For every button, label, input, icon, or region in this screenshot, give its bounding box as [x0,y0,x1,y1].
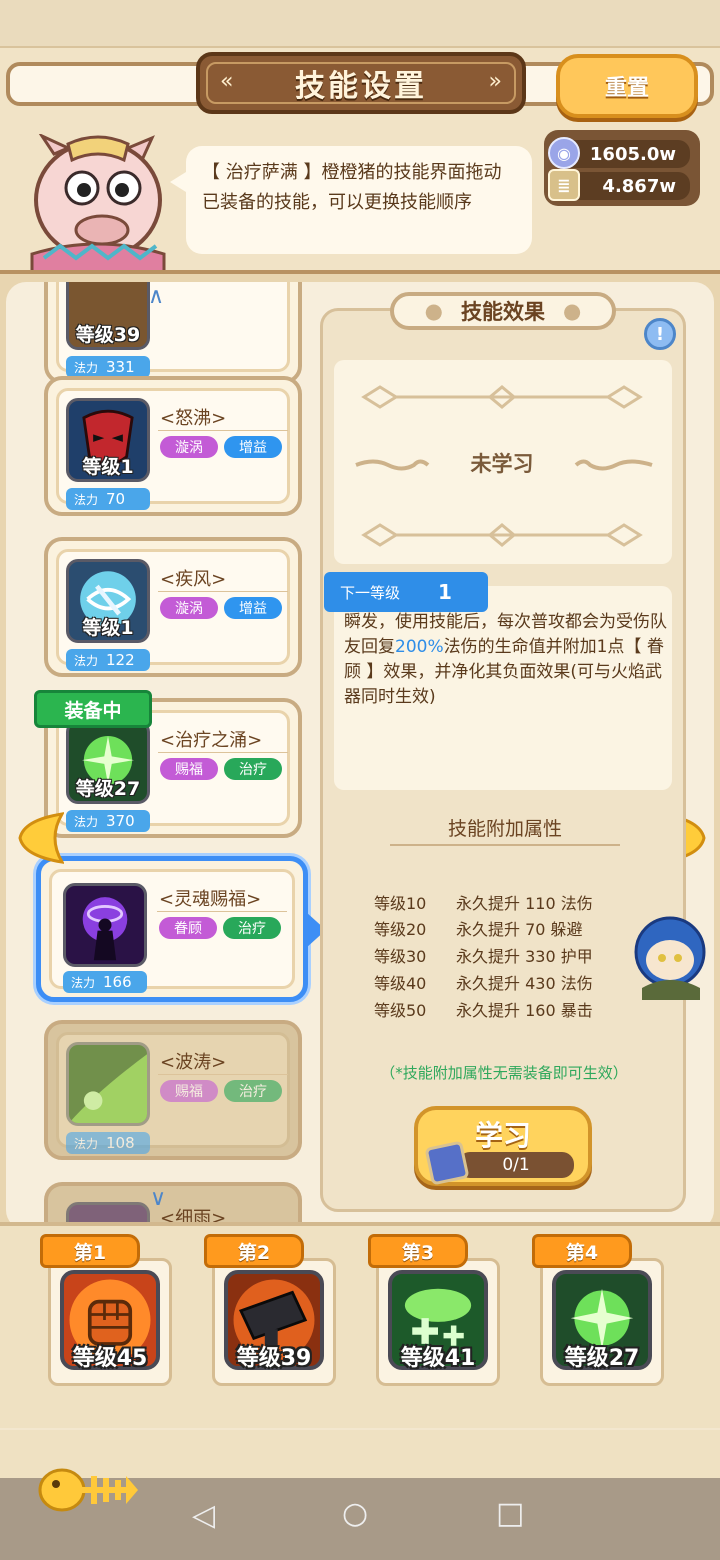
skill-name: <疾风> [160,569,227,590]
skill-tag: 增益 [224,597,282,619]
skill-item[interactable]: 等级1 <疾风> 漩涡 增益 法力 122 [44,537,302,677]
skill-level: 等级1 [82,617,134,639]
attr-divider [390,844,620,846]
soul-blessing-skill-icon [63,883,147,967]
attr-note: （*技能附加属性无需装备即可生效） [380,1064,628,1082]
silver-currency: ◉ 1605.0w [548,137,690,169]
skill-item[interactable]: 等级1 <怒沸> 漩涡 增益 法力 70 [44,376,302,516]
mascot-avatar [634,916,706,1000]
skill-tag: 增益 [224,436,282,458]
equipped-slot-1[interactable]: 等级45 第1 [40,1234,180,1390]
skill-tag: 治疗 [224,1080,282,1102]
skill-book-icon [424,1140,470,1186]
slot-level: 等级39 [236,1346,312,1371]
reset-button[interactable]: 重置 [556,54,698,118]
mana-cost: 法力 108 [66,1132,150,1154]
wave-skill-icon [66,1042,150,1126]
mana-cost: 法力 166 [63,971,147,993]
skill-tag: 赐福 [160,1080,218,1102]
equipped-badge: 装备中 [34,690,152,728]
slot-level: 等级41 [400,1346,476,1371]
slot-level: 等级45 [72,1346,148,1371]
skill-tag: 治疗 [223,917,281,939]
slot-label: 第4 [532,1234,632,1268]
equipped-slot-2[interactable]: 等级39 第2 [204,1234,344,1390]
skill-level: 等级1 [82,456,134,478]
equipped-slot-4[interactable]: 等级27 第4 [532,1234,672,1390]
skill-item-selected[interactable]: <灵魂赐福> 眷顾 治疗 法力 166 [36,856,308,1002]
slot-label: 第2 [204,1234,304,1268]
attr-row: 等级40 永久提升 430 法伤 [374,974,593,993]
skill-level: 等级39 [75,324,141,346]
swirl-right-icon: » [488,69,502,94]
scroll-down-icon[interactable]: ∨ [150,1186,166,1211]
skill-tag: 赐福 [160,758,218,780]
scroll-currency: ≣ 4.867w [548,169,690,201]
slot-label: 第3 [368,1234,468,1268]
silver-coin-icon: ◉ [548,137,580,169]
skill-level: 等级27 [75,778,141,800]
attr-title: 技能附加属性 [447,818,562,840]
attr-row: 等级10 永久提升 110 法伤 [374,894,593,913]
learn-button[interactable]: 学习 0/1 [414,1106,592,1186]
ornament-left [355,459,430,471]
learn-progress: 0/1 [458,1152,574,1178]
reset-label: 重置 [604,76,649,101]
skill-name: <波涛> [160,1052,227,1073]
mana-cost: 法力 370 [66,810,150,832]
title-banner: « 技能设置 » [196,52,526,114]
currency-panel: ◉ 1605.0w ≣ 4.867w [544,130,700,206]
slot-label: 第1 [40,1234,140,1268]
effect-title: ● 技能效果 ● [390,292,616,330]
attr-row: 等级20 永久提升 70 躲避 [374,920,583,939]
scroll-icon: ≣ [548,169,580,201]
mana-cost: 法力 331 [66,356,150,378]
skill-tag: 漩涡 [160,597,218,619]
swirl-left-icon: « [220,69,234,94]
slot-level: 等级27 [564,1346,640,1371]
prev-arrow-icon[interactable] [14,810,64,866]
skill-name: <灵魂赐福> [159,889,262,910]
learn-status: 未学习 [470,452,534,476]
next-level-label: 下一等级 1 [324,572,488,612]
attr-row: 等级30 永久提升 330 护甲 [374,947,593,966]
skill-tag: 眷顾 [159,917,217,939]
pig-avatar [30,134,166,272]
ornament-bottom [361,523,643,547]
top-strip [0,0,720,48]
skill-name: <治疗之涌> [160,730,263,751]
skill-description: 瞬发，使用技能后，每次普攻都会为受伤队友回复200%法伤的生命值并附加1点【 眷… [344,612,667,707]
home-nav-icon[interactable]: ○ [342,1496,368,1531]
fish-bone-icon[interactable] [36,1460,140,1524]
ornament-top [361,385,643,409]
skill-name: <怒沸> [160,408,227,429]
ornament-right [574,459,653,471]
npc-dialog: 【 治疗萨满 】橙橙猪的技能界面拖动已装备的技能，可以更换技能顺序 [170,146,532,254]
equipped-slot-3[interactable]: 等级41 第3 [368,1234,508,1390]
recents-nav-icon[interactable]: □ [496,1496,524,1531]
info-icon[interactable]: ! [644,318,676,350]
skill-tag: 治疗 [224,758,282,780]
attr-row: 等级50 永久提升 160 暴击 [374,1001,593,1020]
scroll-up-icon[interactable]: ∧ [148,284,164,309]
mana-cost: 法力 70 [66,488,150,510]
skill-item[interactable]: <波涛> 赐福 治疗 法力 108 [44,1020,302,1160]
back-nav-icon[interactable]: ◁ [192,1498,215,1533]
skill-tag: 漩涡 [160,436,218,458]
mana-cost: 法力 122 [66,649,150,671]
